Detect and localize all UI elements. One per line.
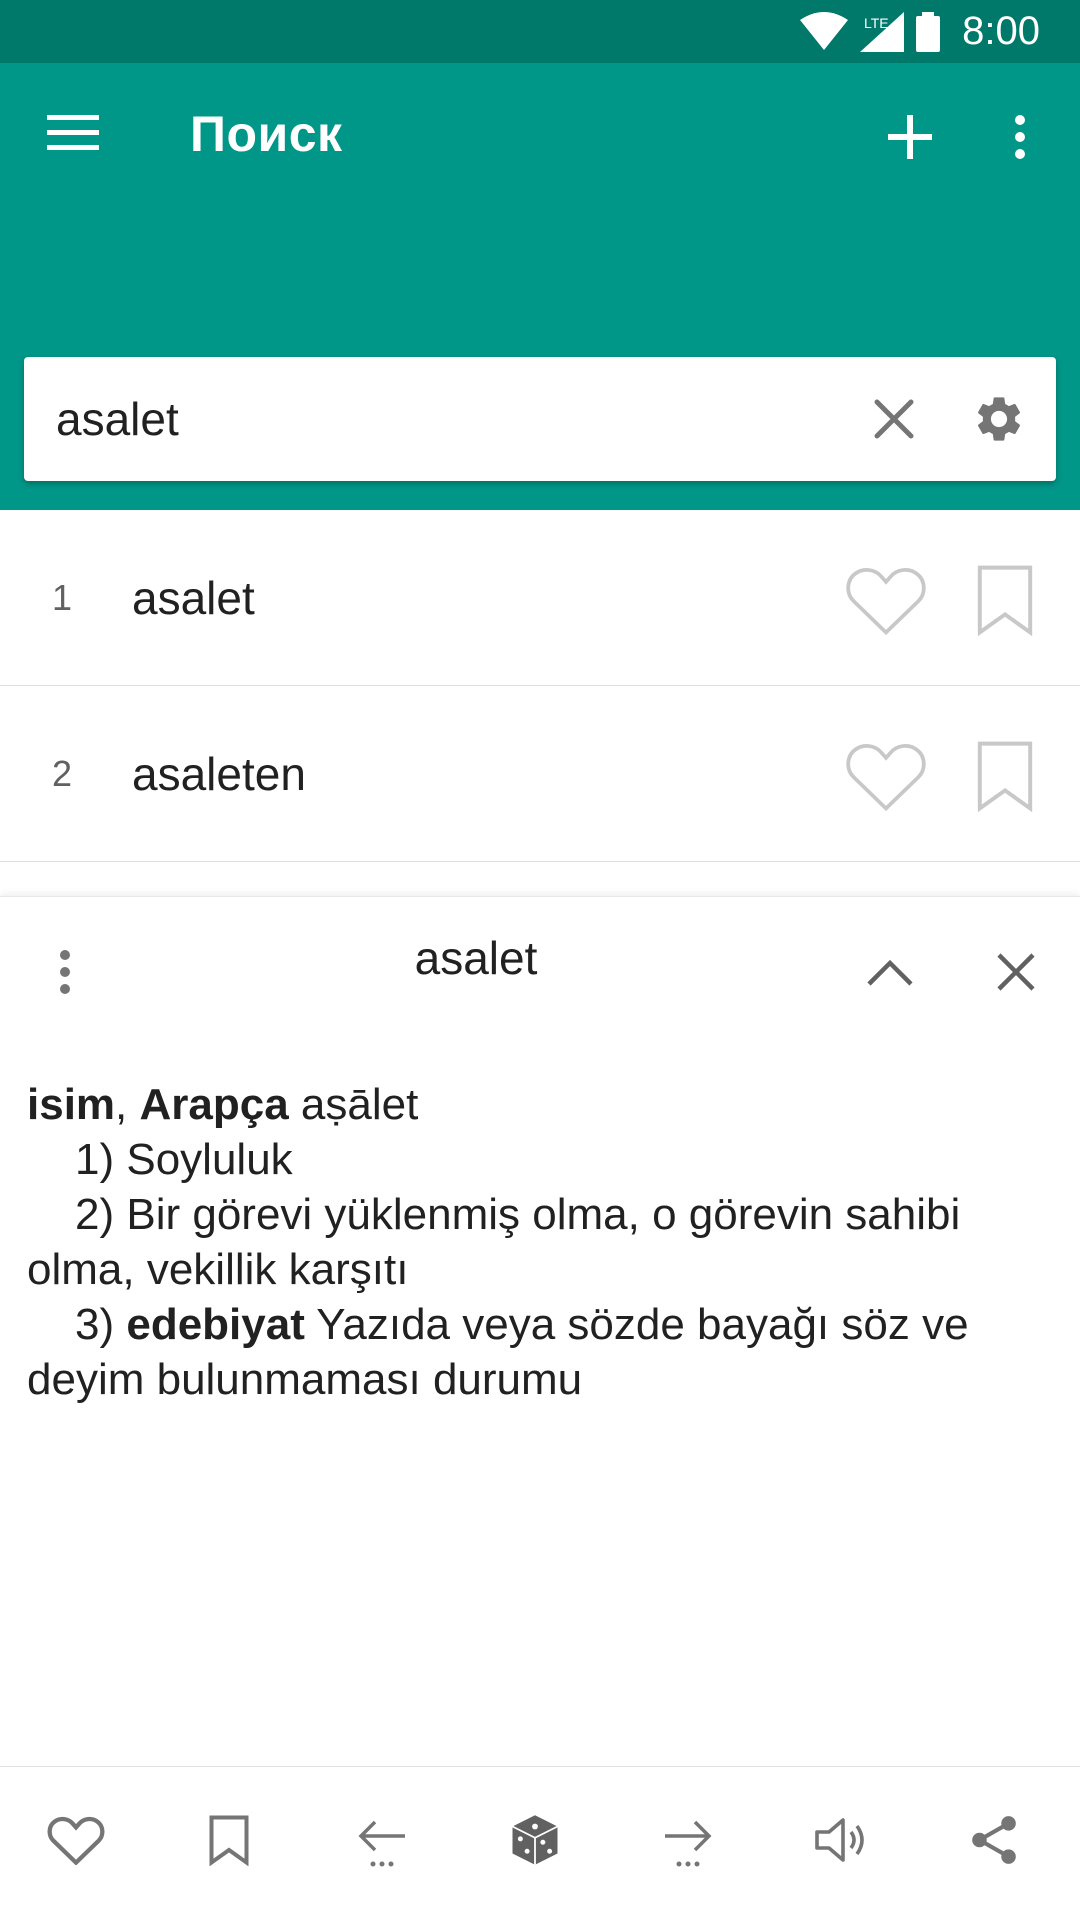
share-icon [972,1816,1016,1864]
cell-signal-icon: LTE [860,11,905,52]
sense-3-number: 3) [75,1300,127,1349]
status-bar: LTE 8:00 [0,0,1080,63]
speaker-icon [815,1818,864,1862]
bookmark-outline-icon [209,1815,249,1866]
result-word: asaleten [132,748,306,800]
sense-3: 3) edebiyat Yazıda veya sözde bayağı söz… [27,1297,1057,1407]
close-definition-button[interactable] [976,937,1056,1007]
overflow-menu-button[interactable] [990,97,1050,177]
menu-icon [47,115,99,150]
clear-search-button[interactable] [854,379,934,459]
share-button[interactable] [949,1795,1039,1885]
definition-title: asalet [414,932,538,984]
favorite-word-button[interactable] [31,1795,121,1885]
status-time: 8:00 [962,9,1040,53]
collapse-button[interactable] [850,937,930,1007]
more-vert-icon [1015,115,1025,159]
search-input[interactable] [56,357,836,481]
list-item[interactable]: 1 asalet [0,510,1080,686]
app-bar: Поиск ПОИСК ОБУЧЕНИЕ ИЗБРАННОЕ ЗАКЛАДКИ … [0,63,1080,308]
part-of-speech: isim [27,1080,116,1129]
bookmark-outline-icon [977,741,1033,812]
heart-outline-icon [47,1816,105,1865]
transliteration: aṣālet [288,1080,419,1129]
menu-button[interactable] [38,103,108,163]
bookmark-button[interactable] [970,736,1040,816]
add-button[interactable] [870,97,950,177]
sense-2-text: 2) Bir görevi yüklenmiş olma, o görevin … [27,1190,961,1294]
result-number: 2 [52,753,73,794]
heart-outline-icon [846,568,926,636]
sense-1: 1) Soyluluk [27,1132,1057,1187]
bookmark-outline-icon [977,565,1033,636]
list-item[interactable]: 2 asaleten [0,686,1080,862]
sense-1-text: 1) Soyluluk [75,1135,293,1184]
battery-icon [916,11,941,52]
arrow-left-icon [358,1820,405,1867]
definition-panel: asalet isim, Arapça aṣālet 1) Soyluluk 2… [0,896,1080,1766]
close-icon [997,953,1035,991]
close-icon [874,399,914,439]
chevron-up-icon [867,959,913,986]
word-origin: Arapça [139,1080,289,1129]
random-word-button[interactable] [490,1795,580,1885]
definition-text: isim, Arapça aṣālet 1) Soyluluk 2) Bir g… [27,1077,1057,1407]
arrow-right-icon [665,1820,712,1867]
result-number: 1 [52,577,73,618]
search-box [24,357,1056,481]
status-icons: LTE 8:00 [800,0,1040,63]
dice-icon [512,1815,558,1865]
gear-icon [977,397,1021,441]
sense-2: 2) Bir görevi yüklenmiş olma, o görevin … [27,1187,1057,1297]
separator: , [115,1080,140,1129]
definition-header: isim, Arapça aṣālet [27,1077,1057,1132]
network-type-label: LTE [864,15,889,31]
search-panel [0,273,1080,510]
pronounce-button[interactable] [796,1795,886,1885]
next-word-button[interactable] [643,1795,733,1885]
wifi-icon [800,11,849,50]
sense-3-domain: edebiyat [126,1300,305,1349]
bottom-action-bar [0,1766,1080,1920]
results-list: 1 asalet 2 asaleten [0,510,1080,862]
favorite-button[interactable] [842,736,930,816]
page-title: Поиск [190,106,343,162]
bookmark-word-button[interactable] [184,1795,274,1885]
favorite-button[interactable] [842,560,930,640]
search-settings-button[interactable] [954,379,1044,459]
bookmark-button[interactable] [970,560,1040,640]
heart-outline-icon [846,744,926,812]
add-icon [888,115,932,159]
result-word: asalet [132,572,255,624]
previous-word-button[interactable] [337,1795,427,1885]
